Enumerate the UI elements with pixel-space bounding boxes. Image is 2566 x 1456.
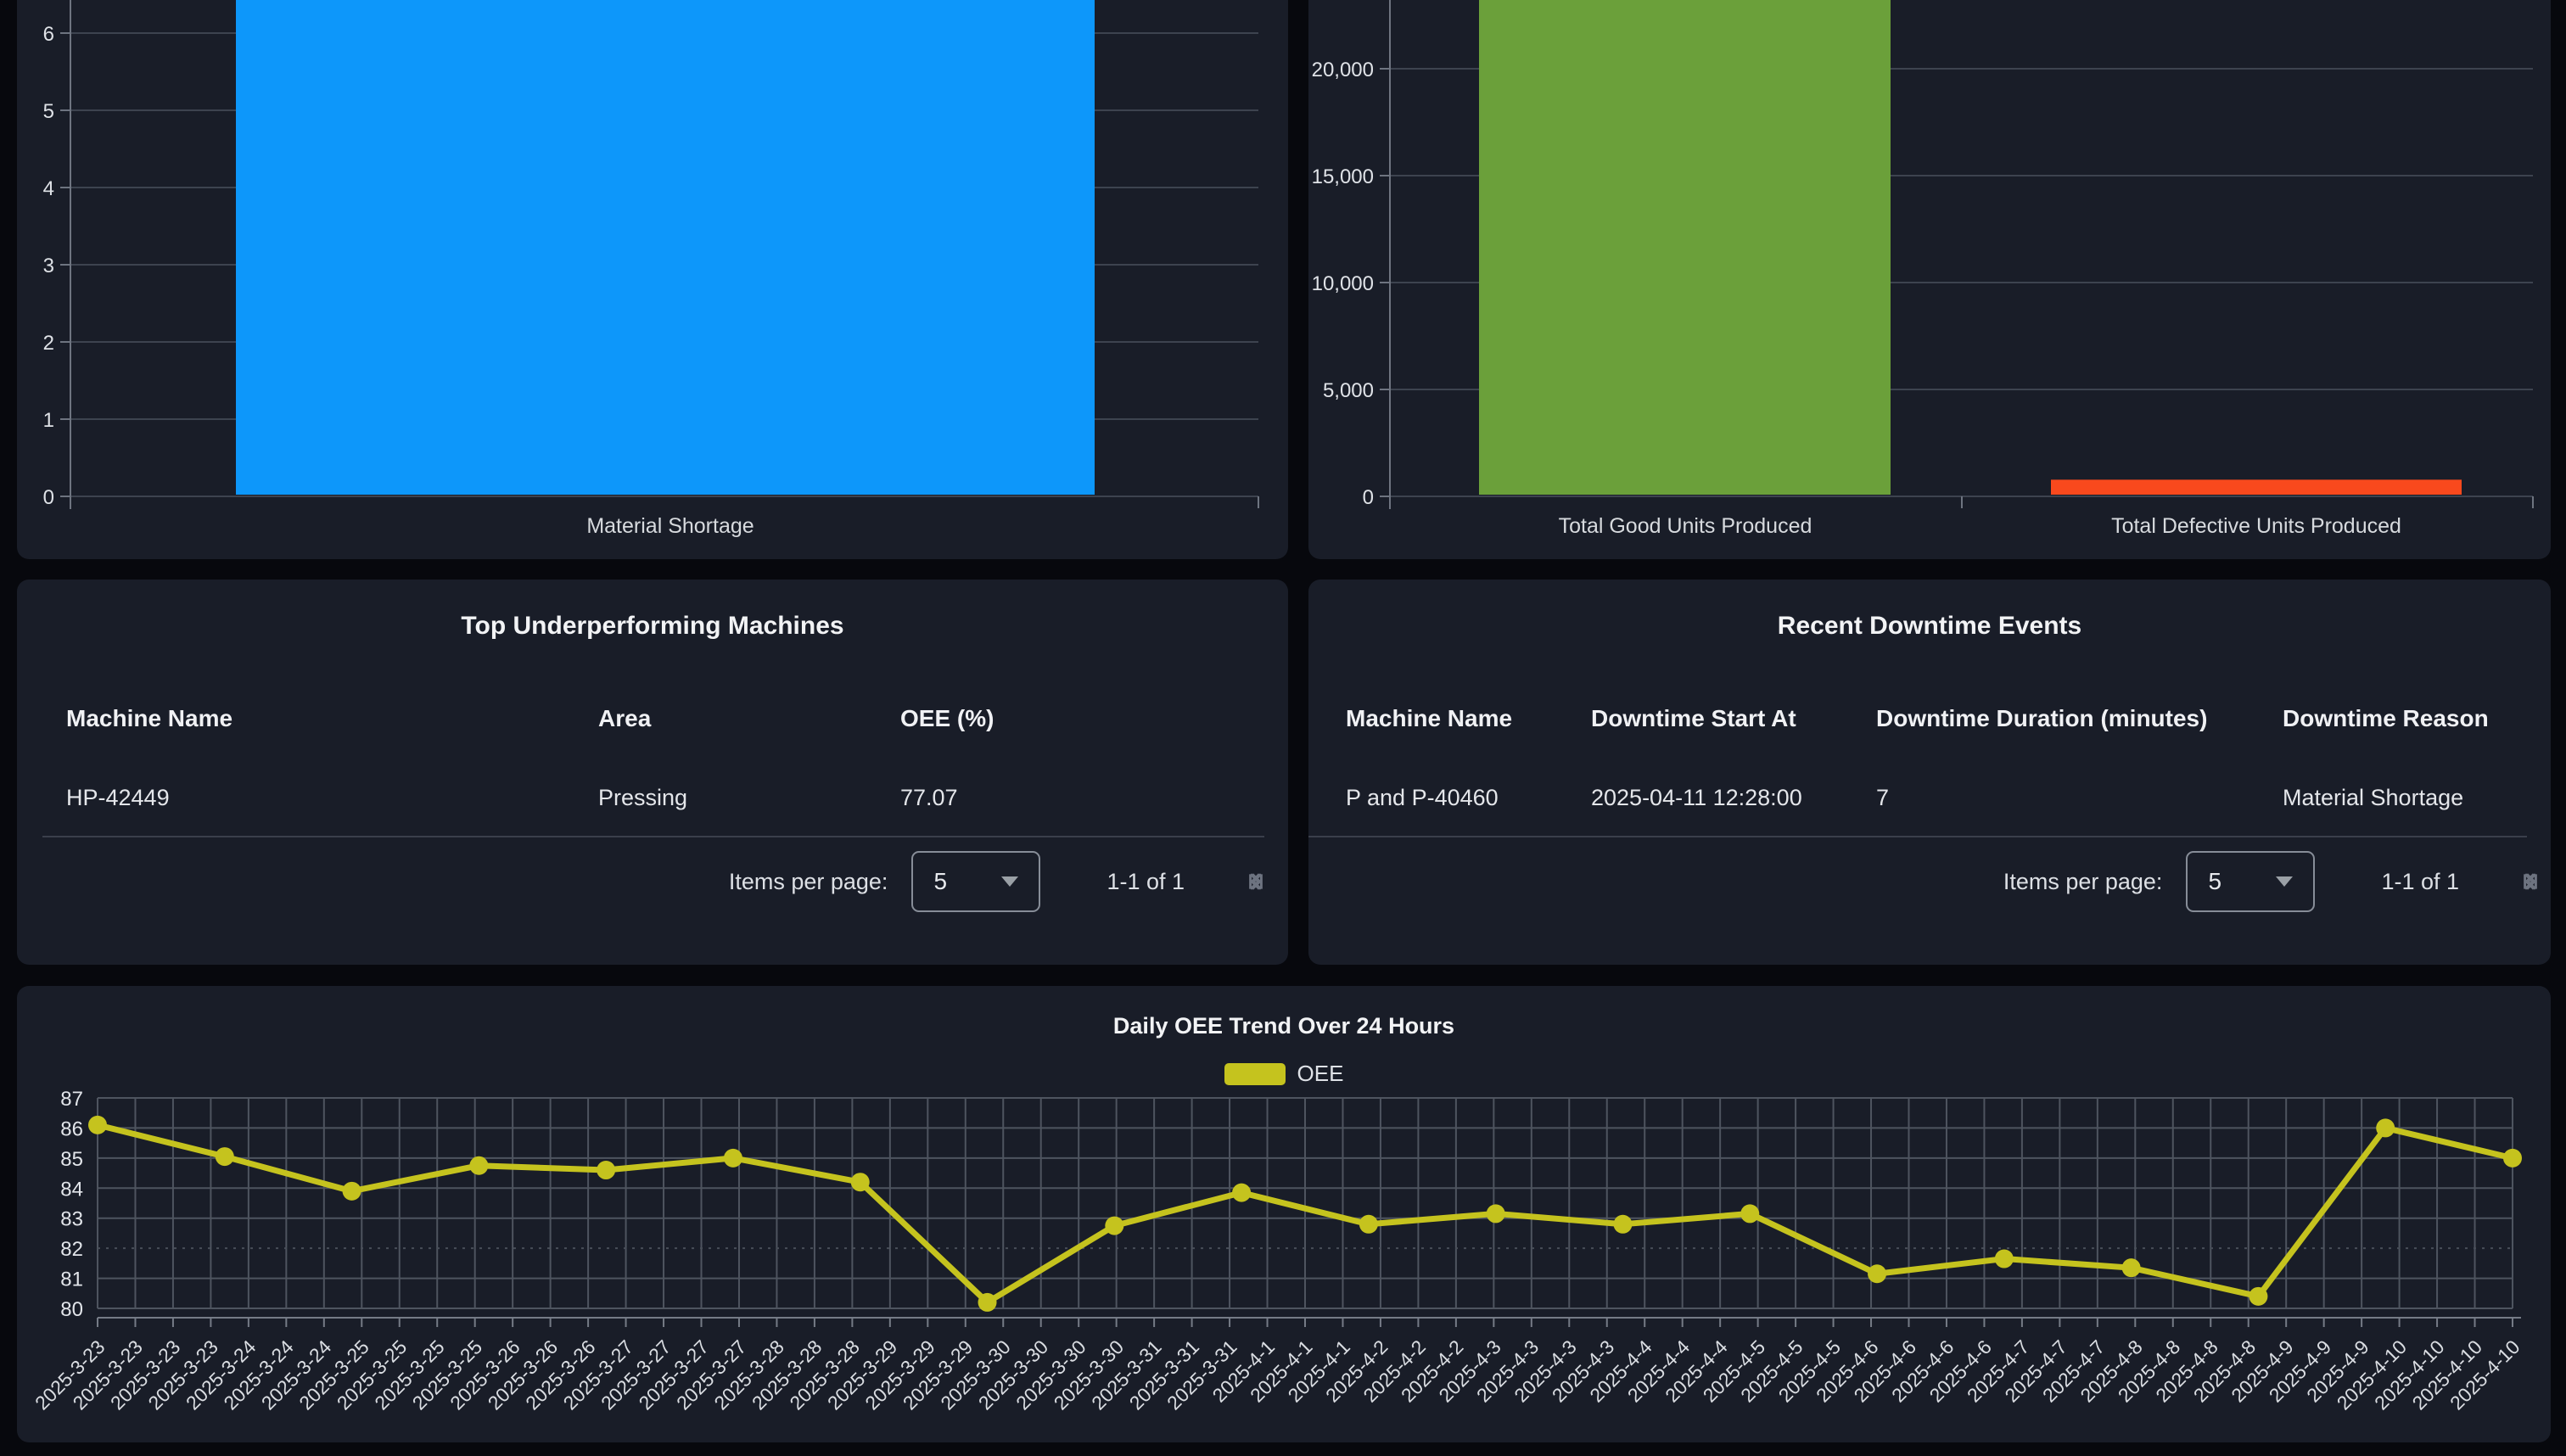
cell-area: Pressing xyxy=(598,785,687,811)
svg-text:Material Shortage: Material Shortage xyxy=(586,514,754,538)
svg-text:82: 82 xyxy=(60,1238,83,1261)
col-header-downtime-reason: Downtime Reason xyxy=(2283,705,2489,732)
svg-text:4: 4 xyxy=(43,177,54,200)
svg-text:6: 6 xyxy=(43,23,54,46)
pagination-underperforming: Items per page: 5 1-1 of 1 xyxy=(729,846,1242,917)
svg-text:81: 81 xyxy=(60,1268,83,1291)
svg-text:0: 0 xyxy=(1363,486,1374,509)
svg-text:Total Defective Units Produced: Total Defective Units Produced xyxy=(2111,514,2401,538)
panel-underperforming-machines: Top Underperforming Machines Machine Nam… xyxy=(17,580,1288,965)
pagination-downtime-events: Items per page: 5 1-1 of 1 xyxy=(2003,846,2517,917)
items-per-page-label: Items per page: xyxy=(729,869,888,895)
col-header-machine-name: Machine Name xyxy=(66,705,233,732)
page-range-label: 1-1 of 1 xyxy=(2381,869,2459,895)
svg-text:84: 84 xyxy=(60,1178,83,1201)
svg-text:10,000: 10,000 xyxy=(1312,272,1374,295)
col-header-machine-name: Machine Name xyxy=(1346,705,1512,732)
last-page-button[interactable] xyxy=(1242,868,1269,895)
last-page-button[interactable] xyxy=(2517,868,2544,895)
svg-text:87: 87 xyxy=(60,1088,83,1111)
cell-machine-name: P and P-40460 xyxy=(1346,785,1499,811)
panel-units-produced: 0 5,000 10,000 15,000 20,000 Total Good Units… xyxy=(1308,0,2551,559)
svg-text:5: 5 xyxy=(43,100,54,123)
svg-text:Total Good Units Produced: Total Good Units Produced xyxy=(1559,514,1812,538)
underperforming-title: Top Underperforming Machines xyxy=(17,612,1288,641)
page-size-select[interactable]: 5 xyxy=(2186,851,2315,912)
page-size-select[interactable]: 5 xyxy=(911,851,1040,912)
page-range-label: 1-1 of 1 xyxy=(1107,869,1185,895)
cell-oee: 77.07 xyxy=(900,785,958,811)
svg-text:5,000: 5,000 xyxy=(1323,379,1374,402)
svg-text:1: 1 xyxy=(43,409,54,432)
cell-downtime-start: 2025-04-11 12:28:00 xyxy=(1591,785,1802,811)
svg-text:3: 3 xyxy=(43,255,54,277)
svg-text:0: 0 xyxy=(43,486,54,509)
oee-trend-line-chart: 80818283848586872025-3-232025-3-232025-3… xyxy=(17,986,2551,1442)
svg-text:83: 83 xyxy=(60,1208,83,1231)
table-divider xyxy=(42,836,1264,837)
svg-text:85: 85 xyxy=(60,1148,83,1171)
svg-text:15,000: 15,000 xyxy=(1312,165,1374,188)
page-size-value: 5 xyxy=(2208,868,2221,895)
col-header-oee: OEE (%) xyxy=(900,705,994,732)
cell-downtime-duration: 7 xyxy=(1876,785,1889,811)
panel-oee-trend: Daily OEE Trend Over 24 Hours OEE 808182… xyxy=(17,986,2551,1442)
page-size-value: 5 xyxy=(933,868,947,895)
downtime-reason-bar-chart: 0 1 2 3 4 5 6 Material Shortage xyxy=(17,0,1288,559)
svg-text:20,000: 20,000 xyxy=(1312,59,1374,81)
table-divider xyxy=(1308,836,2527,837)
svg-text:86: 86 xyxy=(60,1117,83,1140)
svg-text:2: 2 xyxy=(43,332,54,355)
panel-downtime-by-reason: 0 1 2 3 4 5 6 Material Shortage xyxy=(17,0,1288,559)
col-header-downtime-duration: Downtime Duration (minutes) xyxy=(1876,705,2207,732)
svg-text:80: 80 xyxy=(60,1298,83,1321)
panel-downtime-events: Recent Downtime Events Machine Name Down… xyxy=(1308,580,2551,965)
col-header-area: Area xyxy=(598,705,651,732)
downtime-events-title: Recent Downtime Events xyxy=(1308,612,2551,641)
cell-downtime-reason: Material Shortage xyxy=(2283,785,2463,811)
chevron-down-icon xyxy=(2276,876,2293,887)
col-header-downtime-start: Downtime Start At xyxy=(1591,705,1796,732)
cell-machine-name: HP-42449 xyxy=(66,785,170,811)
units-produced-bar-chart: 0 5,000 10,000 15,000 20,000 Total Good Units… xyxy=(1308,0,2551,559)
chevron-down-icon xyxy=(1001,876,1018,887)
items-per-page-label: Items per page: xyxy=(2003,869,2163,895)
